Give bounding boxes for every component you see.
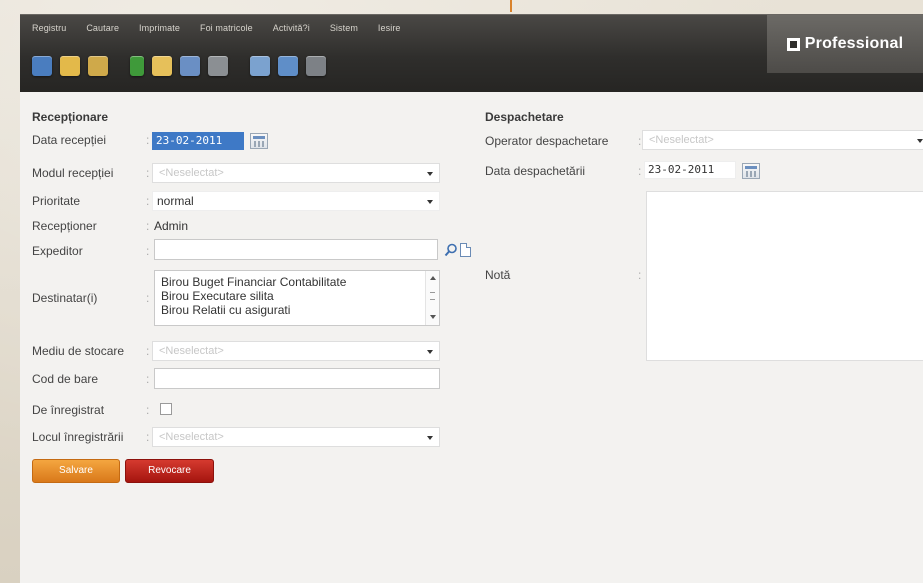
scrollbar[interactable] [425,271,439,325]
dropdown-arrow-icon [427,172,433,176]
data-receptiei-field[interactable]: 23-02-2011 [152,132,244,150]
label-nota: Notă [485,268,511,282]
list-item[interactable]: Birou Executare silita [161,289,274,303]
destinatari-listbox[interactable]: Birou Buget Financiar Contabilitate Biro… [154,270,440,326]
save-button[interactable]: Salvare [32,459,120,483]
list-item[interactable]: Birou Relatii cu asigurati [161,303,290,317]
scroll-thumb[interactable] [430,292,435,300]
mediu-stocare-select[interactable]: <Neselectat> [152,341,440,361]
stack-icon[interactable] [306,56,326,76]
label-cod-bare: Cod de bare [32,372,99,386]
label-de-inregistrat: De înregistrat [32,403,105,417]
nota-textarea[interactable] [646,191,923,361]
select-value: normal [157,194,194,208]
folder-search-icon[interactable] [250,56,270,76]
label-destinatari: Destinatar(i) [32,291,98,305]
expeditor-input[interactable] [154,239,438,260]
window-icon[interactable] [278,56,298,76]
de-inregistrat-checkbox[interactable] [160,403,172,415]
archive-icon[interactable] [208,56,228,76]
folder-documents-icon[interactable] [88,56,108,76]
label-mediu-stocare: Mediu de stocare [32,344,125,358]
green-book-icon[interactable] [130,56,144,76]
dropdown-arrow-icon [427,200,433,204]
toolbar [32,53,334,79]
label-locul-inregistrarii: Locul înregistrării [32,430,124,444]
list-item[interactable]: Birou Buget Financiar Contabilitate [161,275,346,289]
select-placeholder: <Neselectat> [159,167,224,179]
locul-inregistrarii-select[interactable]: <Neselectat> [152,427,440,447]
menu-item-activitati[interactable]: Activită?i [273,23,310,39]
label-operator-despachetare: Operator despachetare [485,134,609,148]
search-icon[interactable] [444,243,458,257]
cancel-button[interactable]: Revocare [125,459,214,483]
label-data-receptiei: Data recepției [32,133,107,147]
prioritate-select[interactable]: normal [152,191,440,211]
brand-logo: Professional [767,15,923,73]
menu-item-foi-matricole[interactable]: Foi matricole [200,23,253,39]
register-book-icon[interactable] [32,56,52,76]
menu-item-iesire[interactable]: Iesire [378,23,401,39]
scroll-up-icon[interactable] [430,276,436,280]
menu-item-sistem[interactable]: Sistem [330,23,358,39]
label-receptioner: Recepționer [32,219,97,233]
form-panel: Recepționare Data recepției : 23-02-2011… [20,92,923,583]
accent-marker [510,0,512,12]
select-placeholder: <Neselectat> [159,431,224,443]
calendar-icon[interactable] [742,163,760,179]
menu-item-registru[interactable]: Registru [32,23,66,39]
calendar-icon[interactable] [250,133,268,149]
menu-item-cautare[interactable]: Cautare [86,23,119,39]
receptioner-value: Admin [154,219,189,233]
section-title-despachetare: Despachetare [485,110,564,124]
new-document-icon[interactable] [460,243,471,257]
data-despachetarii-field[interactable]: 23-02-2011 [644,161,736,179]
select-placeholder: <Neselectat> [649,134,714,146]
modul-receptiei-select[interactable]: <Neselectat> [152,163,440,183]
folder-blue-icon[interactable] [180,56,200,76]
operator-despachetare-select[interactable]: <Neselectat> [642,130,923,150]
main-menu: Registru Cautare Imprimate Foi matricole… [20,23,409,39]
dropdown-arrow-icon [917,139,923,143]
label-prioritate: Prioritate [32,194,81,208]
menu-item-imprimate[interactable]: Imprimate [139,23,180,39]
folder-icon[interactable] [60,56,80,76]
label-expeditor: Expeditor [32,244,83,258]
cod-bare-input[interactable] [154,368,440,389]
select-placeholder: <Neselectat> [159,345,224,357]
dropdown-arrow-icon [427,436,433,440]
dropdown-arrow-icon [427,350,433,354]
section-title-receptionare: Recepționare [32,110,109,124]
logo-mark-icon [786,37,800,51]
app-header: Registru Cautare Imprimate Foi matricole… [20,14,923,92]
folder-open-icon[interactable] [152,56,172,76]
label-data-despachetarii: Data despachetării [485,164,586,178]
scroll-down-icon[interactable] [430,315,436,319]
label-modul-receptiei: Modul recepției [32,166,114,180]
logo-text: Professional [804,35,904,52]
